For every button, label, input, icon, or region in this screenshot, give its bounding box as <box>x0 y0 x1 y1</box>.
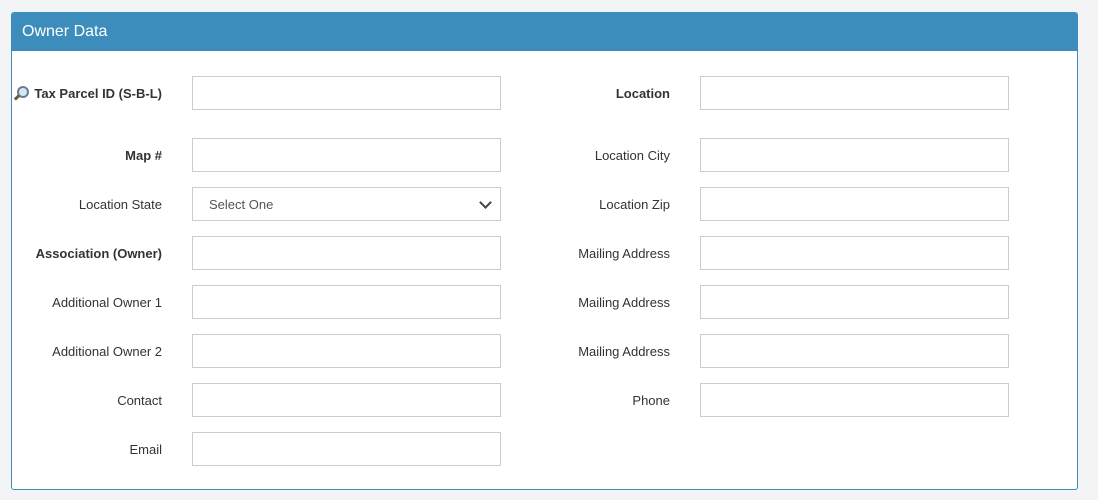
email-input[interactable] <box>192 432 501 466</box>
mailing-address-2-input[interactable] <box>700 285 1009 319</box>
phone-input[interactable] <box>700 383 1009 417</box>
location-state-label: Location State <box>78 197 162 212</box>
map-number-input[interactable] <box>192 138 501 172</box>
mailing-address-3-input[interactable] <box>700 334 1009 368</box>
map-number-label: Map # <box>125 148 162 163</box>
location-zip-input[interactable] <box>700 187 1009 221</box>
mailing-address-3-label: Mailing Address <box>578 344 670 359</box>
additional-owner-1-label: Additional Owner 1 <box>52 295 162 310</box>
location-input[interactable] <box>700 76 1009 110</box>
location-state-selected: Select One <box>209 196 274 212</box>
additional-owner-2-input[interactable] <box>192 334 501 368</box>
location-city-input[interactable] <box>700 138 1009 172</box>
location-city-label: Location City <box>594 148 670 163</box>
association-owner-label: Association (Owner) <box>35 246 162 261</box>
location-state-select[interactable]: Select One <box>192 187 501 221</box>
location-zip-label: Location Zip <box>599 197 670 212</box>
tax-parcel-id-label: Tax Parcel ID (S-B-L) <box>12 84 162 104</box>
panel-title: Owner Data <box>12 13 1077 51</box>
additional-owner-2-label: Additional Owner 2 <box>52 344 162 359</box>
phone-label: Phone <box>632 393 670 408</box>
email-label: Email <box>129 442 162 457</box>
association-owner-input[interactable] <box>192 236 501 270</box>
contact-input[interactable] <box>192 383 501 417</box>
magnifier-icon[interactable] <box>14 86 30 101</box>
mailing-address-1-input[interactable] <box>700 236 1009 270</box>
mailing-address-2-label: Mailing Address <box>578 295 670 310</box>
owner-data-panel: Owner Data Tax Parcel ID (S-B-L) Map # L… <box>11 12 1078 490</box>
tax-parcel-id-input[interactable] <box>192 76 501 110</box>
location-label: Location <box>615 86 670 101</box>
chevron-down-icon <box>479 195 492 209</box>
contact-label: Contact <box>117 393 162 408</box>
mailing-address-1-label: Mailing Address <box>578 246 670 261</box>
additional-owner-1-input[interactable] <box>192 285 501 319</box>
